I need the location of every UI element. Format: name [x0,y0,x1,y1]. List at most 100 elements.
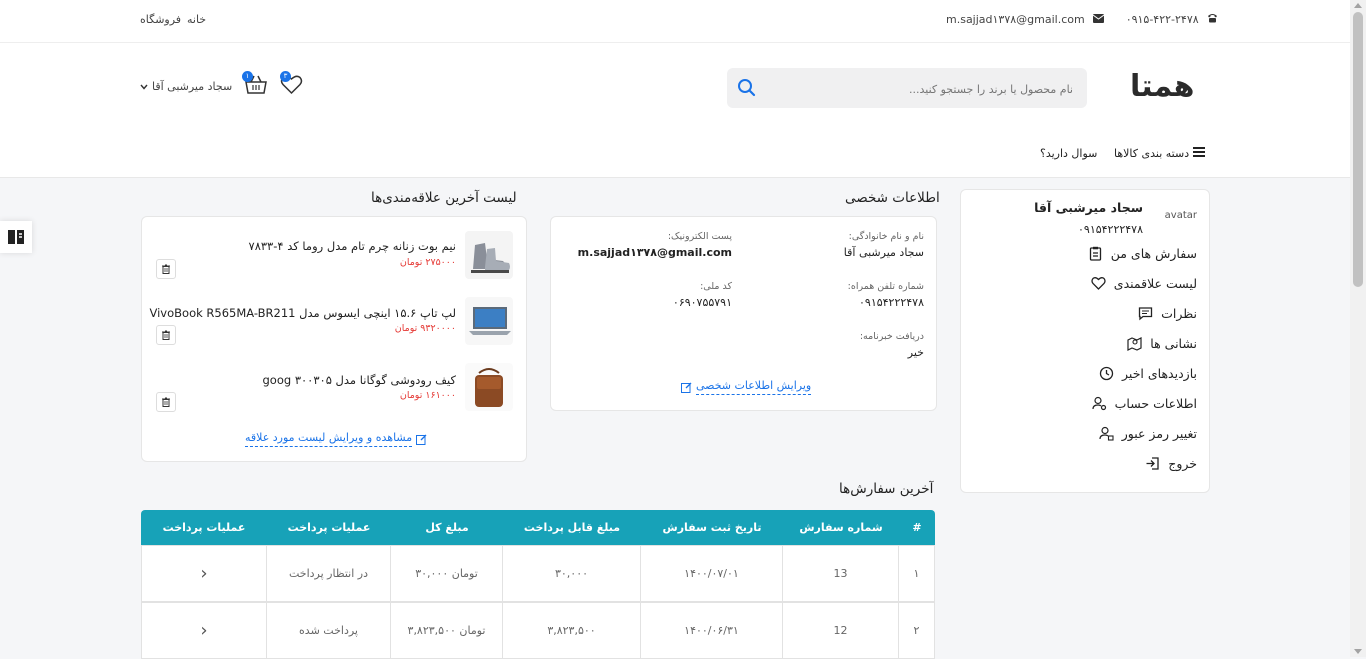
order-total: ۳۰,۰۰۰ تومان [390,546,502,601]
remove-wishlist-item-button[interactable] [156,392,176,412]
trash-icon [162,330,170,340]
envelope-icon [1092,13,1104,26]
map-icon [1127,337,1142,351]
clock-icon [1099,366,1114,381]
order-index: ۱ [898,546,934,601]
sidebar-item-label: بازدیدهای اخیر [1122,366,1197,381]
email-label: پست الکترونیک: [667,231,732,242]
edit-personal-info-link[interactable]: ویرایش اطلاعات شخصی [681,379,812,395]
column-header: # [912,521,922,534]
column-header: مبلغ قابل پرداخت [523,521,621,534]
profile-card: avatar سجاد میرشبی آقا ۰۹۱۵۴۲۲۲۴۷۸ سفارش… [960,189,1210,493]
remove-wishlist-item-button[interactable] [156,325,176,345]
newsletter-value: خیر [907,346,924,359]
order-index: ۲ [898,603,934,658]
sidebar-item-change-password[interactable]: تغییر رمز عبور [1099,426,1197,441]
sidebar-item-addresses[interactable]: نشانی ها [1127,336,1197,351]
sidebar-item-label: خروج [1168,456,1197,471]
comment-icon [1138,307,1153,321]
phone-text[interactable]: ۰۹۱۵-۴۲۲-۲۴۷۸ [1126,13,1199,26]
edit-icon [681,382,692,393]
wishlist-title: لیست آخرین علاقه‌مندی‌ها [371,190,517,206]
column-header: مبلغ کل [425,521,469,534]
cart-button[interactable]: ۱ [242,71,267,99]
wishlist-item-name[interactable]: نیم بوت زنانه چرم تام مدل روما کد ۴-۷۸۳۳ [249,239,456,253]
cart-count-badge: ۱ [242,71,253,82]
categories-menu[interactable]: دسته بندی کالاها [1114,147,1206,160]
edit-icon [416,434,427,445]
wishlist-item-price: ۲۷۵۰۰۰ تومان [399,257,456,268]
clipboard-icon [1089,246,1101,261]
edit-personal-info-label: ویرایش اطلاعات شخصی [696,379,812,395]
site-logo[interactable]: همتا [1130,69,1194,104]
compare-icon [8,230,24,244]
email-value: m.sajjad۱۳۷۸@gmail.com [577,246,732,259]
table-row: ۲ 12 ۱۴۰۰/۰۶/۳۱ ۳,۸۲۳,۵۰۰ ۳,۸۲۳,۵۰۰ توما… [141,602,935,659]
faq-link[interactable]: سوال دارید؟ [1040,147,1097,160]
product-image-bag[interactable] [465,363,513,411]
scrollbar[interactable] [1350,0,1366,657]
view-wishlist-label: مشاهده و ویرایش لیست مورد علاقه [245,431,413,447]
trash-icon [162,397,170,407]
wishlist-button[interactable]: ۳ [280,71,303,99]
order-date: ۱۴۰۰/۰۷/۰۱ [640,546,782,601]
order-number: 13 [782,546,898,601]
view-wishlist-link[interactable]: مشاهده و ویرایش لیست مورد علاقه [245,431,427,447]
mobile-label: شماره تلفن همراه: [847,281,924,292]
order-payable: ۳,۸۲۳,۵۰۰ [502,603,640,658]
personal-info-title: اطلاعات شخصی [845,190,940,206]
order-payable: ۳۰,۰۰۰ [502,546,640,601]
product-image-laptop[interactable] [465,297,513,345]
remove-wishlist-item-button[interactable] [156,259,176,279]
sidebar-item-comments[interactable]: نظرات [1138,306,1197,321]
email-text[interactable]: m.sajjad۱۳۷۸@gmail.com [946,13,1085,26]
fullname-value: سجاد میرشبی آقا [843,246,924,259]
mobile-value: ۰۹۱۵۴۲۲۲۴۷۸ [859,296,924,309]
search-input[interactable] [781,78,1075,100]
nav-home-link[interactable]: خانه [187,13,206,26]
order-date: ۱۴۰۰/۰۶/۳۱ [640,603,782,658]
sidebar-item-recent-views[interactable]: بازدیدهای اخیر [1099,366,1197,381]
wishlist-item-name[interactable]: کیف رودوشی گوگانا مدل ۳۰۰۳۰۵ goog [262,373,456,387]
national-code-value: ۰۶۹۰۷۵۵۷۹۱ [672,296,732,309]
compare-float-button[interactable] [0,221,32,253]
header: همتا ۳ ۱ سجاد میرشبی آقا دسته بندی کالاه… [0,43,1350,178]
wishlist-card: نیم بوت زنانه چرم تام مدل روما کد ۴-۷۸۳۳… [141,216,527,462]
fullname-label: نام و نام خانوادگی: [848,231,924,242]
sidebar-item-orders[interactable]: سفارش های من [1088,246,1197,261]
product-image-boots[interactable] [465,231,513,279]
sidebar-item-account-info[interactable]: اطلاعات حساب [1092,396,1197,411]
wishlist-item-name[interactable]: لپ تاپ ۱۵.۶ اینچی ایسوس مدل VivoBook R56… [150,306,457,320]
order-total: ۳,۸۲۳,۵۰۰ تومان [390,603,502,658]
order-status: پرداخت شده [266,603,390,658]
search-icon[interactable] [737,78,756,101]
order-details-button[interactable]: › [142,603,266,658]
orders-table-header: # شماره سفارش تاریخ ثبت سفارش مبلغ قابل … [141,510,935,545]
order-status: در انتظار پرداخت [266,546,390,601]
profile-phone: ۰۹۱۵۴۲۲۲۴۷۸ [1078,223,1143,236]
user-gear-icon [1092,396,1106,411]
sidebar-item-wishlist[interactable]: لیست علاقمندی [1091,276,1197,291]
nav-shop-link[interactable]: فروشگاه [140,13,182,26]
categories-label: دسته بندی کالاها [1114,147,1190,160]
user-menu[interactable]: سجاد میرشبی آقا [140,80,232,93]
column-header: تاریخ ثبت سفارش [662,521,762,534]
sidebar-item-label: سفارش های من [1110,246,1197,261]
logout-icon [1146,457,1159,470]
user-lock-icon [1099,426,1114,441]
phone-icon [1207,13,1218,26]
hamburger-icon [1193,147,1206,160]
sidebar-item-logout[interactable]: خروج [1145,456,1197,471]
chevron-down-icon [140,80,148,93]
heart-icon [1091,277,1106,290]
sidebar-item-label: لیست علاقمندی [1113,276,1197,291]
order-details-button[interactable]: › [142,546,266,601]
wishlist-count-badge: ۳ [280,71,291,82]
wishlist-item-price: ۹۳۲۰۰۰۰ تومان [394,323,456,334]
top-bar: خانه خانه فروشگاه m.sajjad۱۳۷۸@gmail.com… [0,0,1350,43]
contact-info: m.sajjad۱۳۷۸@gmail.com ۰۹۱۵-۴۲۲-۲۴۷۸ [946,13,1218,26]
column-header: شماره سفارش [799,521,883,534]
trash-icon [162,264,170,274]
orders-title: آخرین سفارش‌ها [839,481,934,497]
table-row: ۱ 13 ۱۴۰۰/۰۷/۰۱ ۳۰,۰۰۰ ۳۰,۰۰۰ تومان در ا… [141,545,935,602]
